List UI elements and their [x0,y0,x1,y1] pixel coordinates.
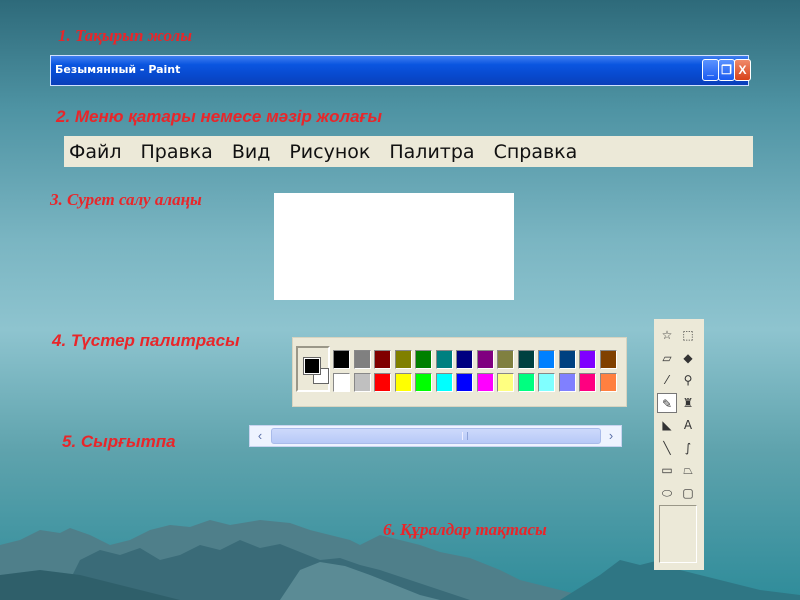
rectangle-icon[interactable]: ▭ [657,460,677,480]
free-select-icon[interactable]: ☆ [657,325,677,345]
line-icon[interactable]: ╲ [657,438,677,458]
eraser-icon[interactable]: ▱ [657,348,677,368]
color-swatch[interactable] [394,350,412,369]
polygon-icon[interactable]: ⏢ [678,460,698,480]
color-swatch[interactable] [456,373,473,392]
color-swatch[interactable] [374,373,391,392]
caption-scrollbar: 5. Сырғытпа [62,432,176,451]
menu-image[interactable]: Рисунок [284,141,384,163]
caption-title-bar: 1. Тақырып жолы [58,26,193,45]
caption-palette: 4. Түстер палитрасы [52,331,240,350]
color-swatch[interactable] [333,350,350,369]
color-swatch[interactable] [497,350,514,369]
menu-help[interactable]: Справка [489,141,592,163]
tool-options-panel[interactable] [659,505,697,563]
horizontal-scrollbar[interactable]: ‹ › [249,425,622,447]
maximize-button[interactable]: ❐ [718,59,735,81]
color-swatch[interactable] [476,350,494,369]
caption-canvas: 3. Сурет салу алаңы [50,190,202,209]
brush-icon[interactable]: ♜ [678,393,698,413]
curve-icon[interactable]: ∫ [678,438,698,458]
menu-view[interactable]: Вид [227,141,285,163]
color-swatch[interactable] [476,373,494,392]
color-swatch[interactable] [579,350,596,369]
text-icon[interactable]: A [678,415,698,435]
title-bar[interactable]: Безымянный - Paint _ ❐ X [50,55,751,86]
scrollbar-thumb[interactable] [271,428,601,444]
color-swatch[interactable] [374,350,391,369]
foreground-color-swatch[interactable] [303,357,321,375]
color-swatch[interactable] [333,373,350,392]
airbrush-icon[interactable]: ◣ [657,415,677,435]
rounded-rect-icon[interactable]: ▢ [678,483,698,503]
magnifier-icon[interactable]: ⚲ [678,370,698,390]
color-swatch[interactable] [456,350,473,369]
pencil-icon[interactable]: ✎ [657,392,677,413]
ellipse-icon[interactable]: ⬭ [657,483,677,503]
menu-file[interactable]: Файл [64,141,136,163]
menu-palette[interactable]: Палитра [384,141,488,163]
color-swatch[interactable] [435,373,453,392]
color-swatch[interactable] [517,350,535,369]
current-colors[interactable] [296,346,330,392]
color-swatch[interactable] [497,373,514,392]
color-swatch[interactable] [599,350,617,369]
scrollbar-grip [462,432,468,440]
color-swatch[interactable] [353,350,371,369]
fill-icon[interactable]: ◆ [678,348,698,368]
color-swatch[interactable] [435,350,453,369]
color-swatch[interactable] [538,373,555,392]
color-swatch[interactable] [394,373,412,392]
window-title: Безымянный - Paint [55,63,181,76]
color-swatch[interactable] [353,373,371,392]
color-picker-icon[interactable]: ⁄ [657,370,677,390]
color-swatch[interactable] [558,350,576,369]
color-swatch[interactable] [599,373,617,392]
color-swatch[interactable] [415,350,432,369]
menu-bar: Файл Правка Вид Рисунок Палитра Справка [64,136,753,167]
color-swatch[interactable] [517,373,535,392]
close-button[interactable]: X [734,59,751,81]
caption-menu-bar: 2. Меню қатары немесе мәзір жолағы [56,107,383,126]
color-swatch[interactable] [538,350,555,369]
menu-edit[interactable]: Правка [136,141,227,163]
rect-select-icon[interactable]: ⬚ [678,325,698,345]
color-palette [292,337,627,407]
color-swatch[interactable] [558,373,576,392]
color-swatch[interactable] [415,373,432,392]
drawing-canvas[interactable] [274,193,514,300]
scroll-right-arrow[interactable]: › [602,427,620,445]
toolbox: ☆ ⬚ ▱ ◆ ⁄ ⚲ ✎ ♜ ◣ A ╲ ∫ ▭ ⏢ ⬭ ▢ [654,319,704,570]
minimize-button[interactable]: _ [702,59,719,81]
scroll-left-arrow[interactable]: ‹ [251,427,269,445]
color-swatch[interactable] [579,373,596,392]
caption-toolbox: 6. Құралдар тақтасы [383,520,547,539]
